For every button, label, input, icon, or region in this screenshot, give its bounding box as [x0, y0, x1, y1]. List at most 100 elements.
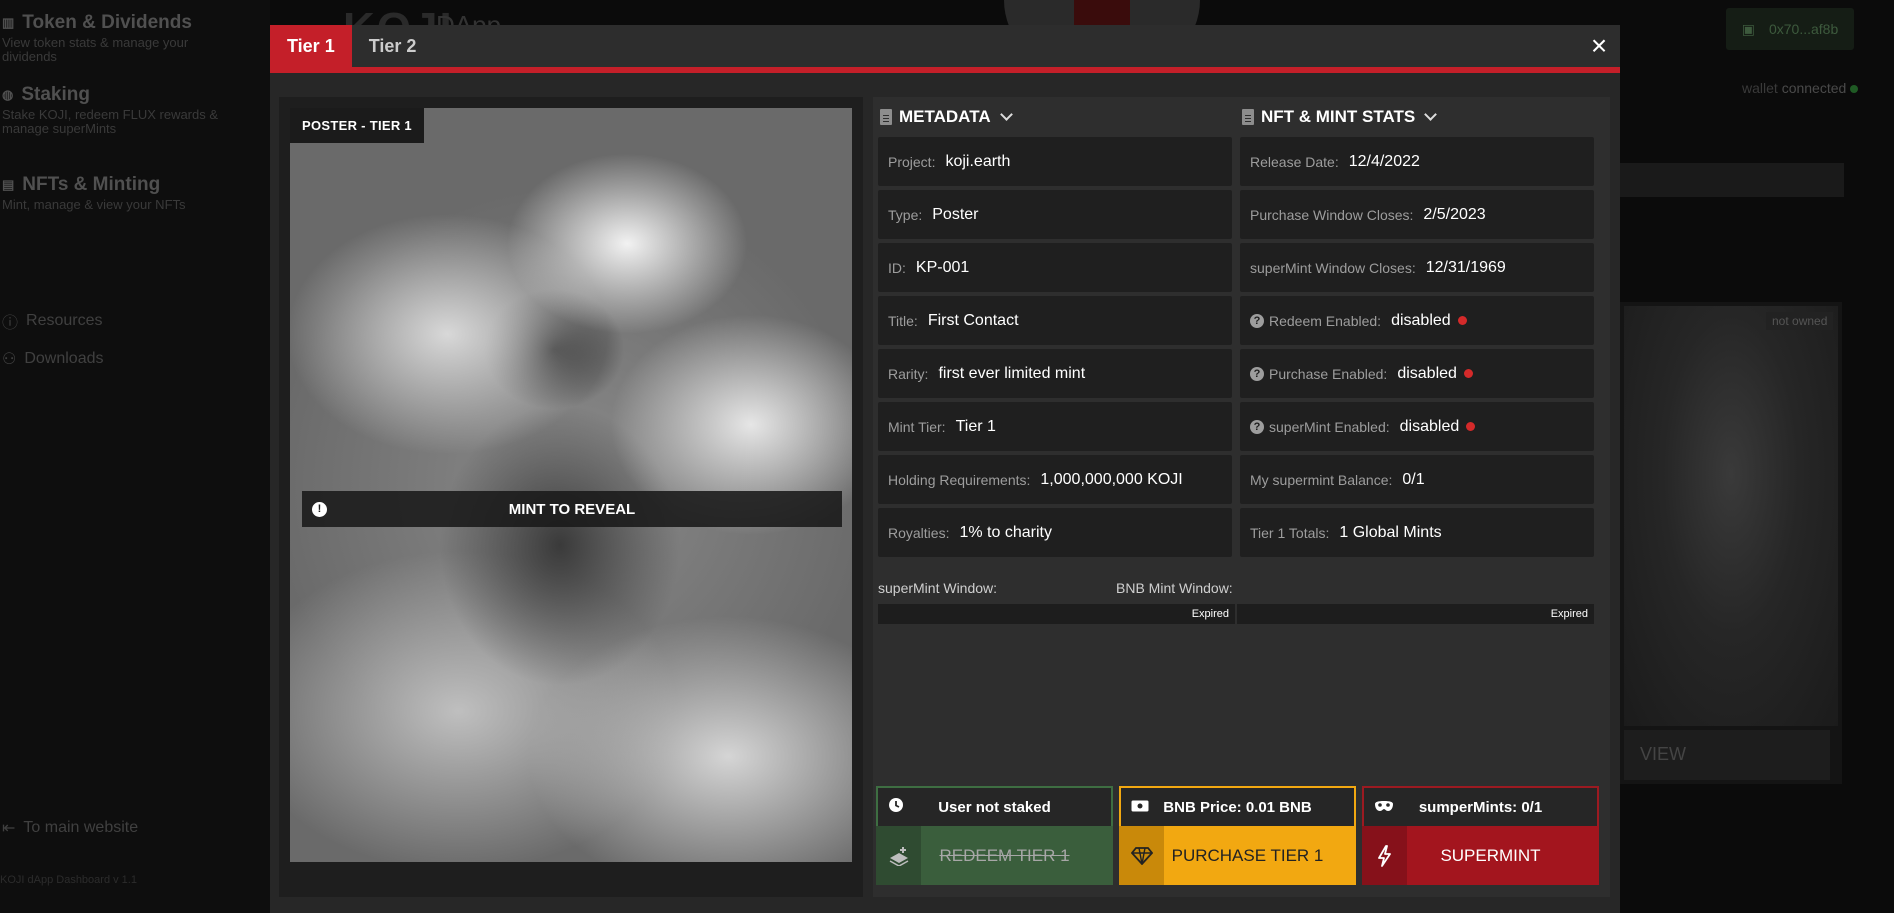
sidebar-link-resources[interactable]: ⓘ Resources [2, 309, 103, 333]
sidebar-link-downloads[interactable]: ⚇ Downloads [2, 349, 104, 369]
question-icon[interactable]: ? [1250, 419, 1264, 434]
field-value: KP-001 [915, 258, 970, 276]
close-icon[interactable]: × [1586, 32, 1612, 60]
main-website-label: To main website [23, 819, 139, 836]
chevron-down-icon [999, 108, 1013, 121]
field-label: Tier 1 Totals: [1250, 524, 1330, 541]
redeem-status: User not staked [876, 786, 1113, 826]
field-value: First Contact [927, 311, 1019, 329]
field-label: Purchase Enabled: [1269, 365, 1388, 382]
status-dot [1457, 316, 1467, 325]
field-label: superMint Enabled: [1269, 418, 1390, 435]
chevron-down-icon [1424, 108, 1438, 121]
sidebar-link-label: Downloads [24, 350, 104, 367]
action-cards: User not staked REDEEM TIER 1 BNB Price:… [876, 786, 1601, 885]
exclamation-icon: ! [312, 501, 327, 517]
connected-dot [1850, 85, 1859, 93]
question-icon[interactable]: ? [1250, 313, 1264, 328]
nft-modal: Tier 1 Tier 2 × POSTER - TIER 1 ! MINT T… [270, 25, 1620, 913]
field-type: Type: Poster [878, 190, 1232, 239]
user-icon: ⚇ [2, 351, 17, 368]
field-label: Royalties: [888, 524, 950, 541]
question-icon[interactable]: ? [1250, 366, 1264, 381]
field-purchase-enabled: ? Purchase Enabled: disabled [1240, 349, 1594, 398]
stats-heading: NFT & MINT STATS [1261, 107, 1416, 126]
sign-out-icon: ⇤ [2, 820, 16, 837]
field-label: My supermint Balance: [1250, 471, 1393, 488]
purchase-card: BNB Price: 0.01 BNB PURCHASE TIER 1 [1119, 786, 1356, 885]
tab-tier-2[interactable]: Tier 2 [352, 25, 434, 67]
field-project: Project: koji.earth [878, 137, 1232, 186]
metadata-heading: METADATA [899, 107, 991, 126]
sidebar-item-nfts-minting[interactable]: ▤ NFTs & Minting Mint, manage & view your… [2, 174, 237, 212]
chart-icon: ▥ [2, 15, 15, 30]
main-website-link[interactable]: ⇤ To main website [2, 818, 138, 838]
field-label: Title: [888, 312, 918, 329]
redeem-button[interactable]: REDEEM TIER 1 [876, 826, 1113, 885]
sidebar-link-label: Resources [26, 312, 103, 329]
supermint-card: sumperMints: 0/1 SUPERMINT [1362, 786, 1599, 885]
field-value: disabled [1391, 311, 1451, 329]
sidebar-item-label: NFTs & Minting [22, 174, 161, 195]
dashboard-version: KOJI dApp Dashboard v 1.1 [0, 874, 137, 886]
field-holding-requirements: Holding Requirements: 1,000,000,000 KOJI [878, 455, 1232, 504]
window-progress-bars: Expired Expired [878, 604, 1594, 624]
sidebar-item-subtitle: View token stats & manage your dividends [2, 35, 189, 64]
details-panel: METADATA Project: koji.earth Type: Poster … [873, 97, 1610, 897]
field-label: Rarity: [888, 365, 929, 382]
tab-tier-1[interactable]: Tier 1 [270, 25, 352, 67]
purchase-status: BNB Price: 0.01 BNB [1119, 786, 1356, 826]
supermint-window-label: superMint Window: [878, 580, 998, 596]
mint-windows: superMint Window: BNB Mint Window: Expir… [878, 580, 1594, 624]
sidebar-item-staking[interactable]: ◍ Staking Stake KOJI, redeem FLUX rewards… [2, 84, 237, 136]
supermint-window-status: Expired [878, 604, 1237, 624]
money-bill-icon [1131, 799, 1149, 816]
field-value: first ever limited mint [938, 364, 1086, 382]
images-icon: ▤ [2, 177, 15, 192]
field-value: 1,000,000,000 KOJI [1040, 470, 1183, 488]
metadata-header[interactable]: METADATA [878, 97, 1232, 137]
stats-header[interactable]: NFT & MINT STATS [1240, 97, 1594, 137]
field-label: Mint Tier: [888, 418, 946, 435]
document-icon [880, 109, 892, 125]
supermint-status: sumperMints: 0/1 [1362, 786, 1599, 826]
field-supermint-balance: My supermint Balance: 0/1 [1240, 455, 1594, 504]
wallet-icon: ▣ [1741, 20, 1755, 37]
field-value: 12/4/2022 [1348, 152, 1420, 170]
status-dot [1463, 369, 1473, 378]
field-label: Project: [888, 153, 936, 170]
field-purchase-window-closes: Purchase Window Closes: 2/5/2023 [1240, 190, 1594, 239]
sidebar-item-subtitle: Mint, manage & view your NFTs [2, 197, 186, 212]
mask-icon [1374, 799, 1393, 816]
field-value: 1 Global Mints [1339, 523, 1442, 541]
field-value: disabled [1397, 364, 1457, 382]
coins-icon: ◍ [2, 87, 14, 102]
sidebar [0, 0, 270, 913]
modal-body: POSTER - TIER 1 ! MINT TO REVEAL METADAT… [270, 73, 1620, 913]
bnb-window-label: BNB Mint Window: [1116, 580, 1233, 596]
nft-card-image [1624, 306, 1838, 726]
metadata-column: METADATA Project: koji.earth Type: Poster … [878, 97, 1232, 561]
field-supermint-enabled: ? superMint Enabled: disabled [1240, 402, 1594, 451]
wallet-label: wallet [1742, 80, 1778, 96]
field-supermint-window-closes: superMint Window Closes: 12/31/1969 [1240, 243, 1594, 292]
sidebar-item-subtitle: Stake KOJI, redeem FLUX rewards & manage… [2, 107, 219, 136]
view-button[interactable]: VIEW [1624, 730, 1830, 780]
purchase-button[interactable]: PURCHASE TIER 1 [1119, 826, 1356, 885]
poster-image [290, 108, 852, 862]
sidebar-item-label: Staking [21, 84, 90, 105]
field-value: koji.earth [945, 152, 1011, 170]
field-label: Release Date: [1250, 153, 1339, 170]
status-dot [1466, 422, 1476, 431]
field-value: Tier 1 [955, 417, 996, 435]
supermint-button-label: SUPERMINT [1440, 845, 1541, 865]
redeem-button-label: REDEEM TIER 1 [939, 845, 1070, 865]
poster-label: POSTER - TIER 1 [290, 108, 424, 143]
field-tier-totals: Tier 1 Totals: 1 Global Mints [1240, 508, 1594, 557]
field-value: 12/31/1969 [1425, 258, 1506, 276]
bnb-window-status: Expired [1550, 608, 1588, 620]
wallet-button[interactable]: ▣ 0x70...af8b [1726, 8, 1854, 50]
field-royalties: Royalties: 1% to charity [878, 508, 1232, 557]
sidebar-item-token-dividends[interactable]: ▥ Token & Dividends View token stats & ma… [2, 12, 237, 64]
supermint-button[interactable]: SUPERMINT [1362, 826, 1599, 885]
